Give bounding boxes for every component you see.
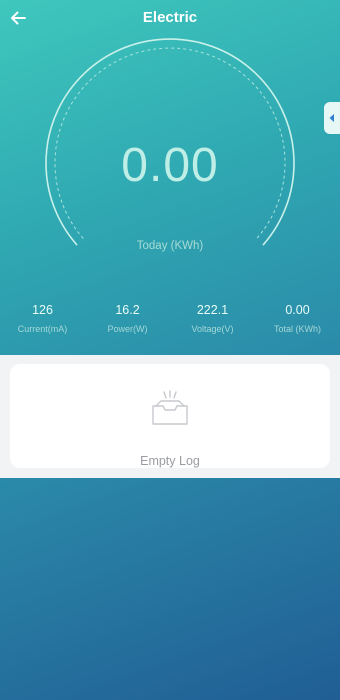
stat-power: 16.2 Power(W) [85,302,170,334]
stat-label: Total (KWh) [273,324,321,334]
stat-label: Current(mA) [17,324,68,334]
side-drawer-tab[interactable] [324,102,340,134]
stat-value: 0.00 [285,303,310,317]
caret-left-icon [329,114,334,122]
today-energy-value: 0.00 [121,139,219,192]
stat-total: 0.00 Total (KWh) [255,302,340,334]
empty-log-text: Empty Log [140,454,200,468]
header-bar: Electric [0,0,340,36]
stat-value: 126 [32,303,53,317]
stat-value: 222.1 [196,303,229,317]
log-section: Empty Log [0,355,340,478]
stat-label: Power(W) [107,324,148,334]
empty-inbox-icon [152,390,188,425]
stat-label: Voltage(V) [191,324,234,334]
stat-value: 16.2 [115,303,140,317]
stat-voltage: 222.1 Voltage(V) [170,302,255,334]
stat-current: 126 Current(mA) [0,302,85,334]
log-card: Empty Log [10,364,330,468]
page-title: Electric [142,9,198,26]
today-energy-label: Today (KWh) [136,240,204,252]
stats-row: 126 Current(mA) 16.2 Power(W) 222.1 Volt… [0,302,340,334]
